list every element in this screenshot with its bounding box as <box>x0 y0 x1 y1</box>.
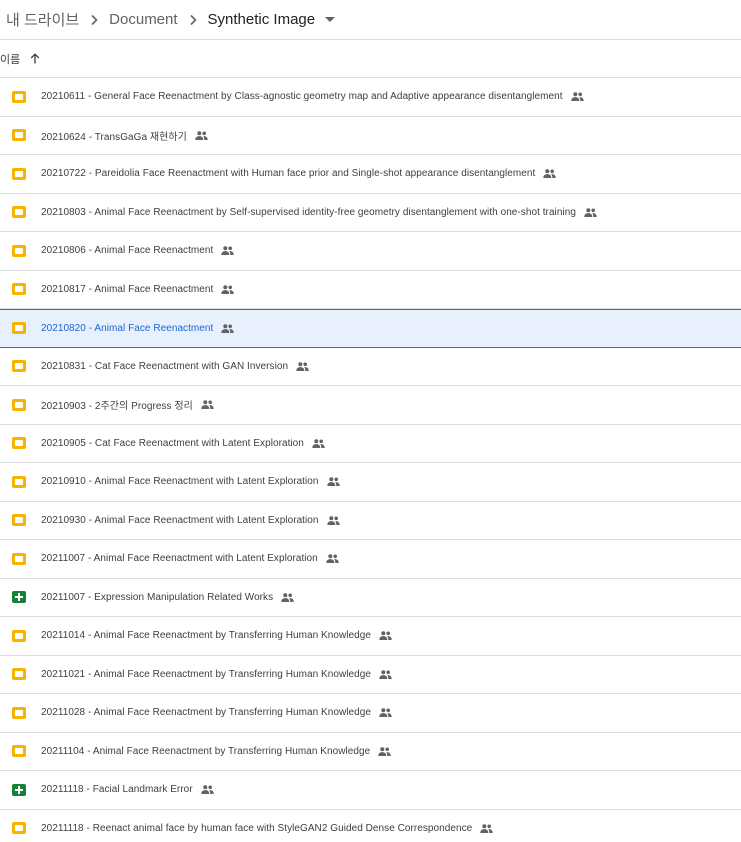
file-name: 20210930 - Animal Face Reenactment with … <box>41 514 319 526</box>
people-icon <box>379 708 392 718</box>
file-row[interactable]: 20210831 - Cat Face Reenactment with GAN… <box>0 348 741 386</box>
arrow-up-icon[interactable] <box>30 53 40 64</box>
people-icon <box>570 92 584 102</box>
file-name: 20211007 - Expression Manipulation Relat… <box>41 591 274 603</box>
file-name: 20210624 - TransGaGa 재현하기 <box>41 131 187 143</box>
google-slides-icon <box>12 360 26 373</box>
name-column-label[interactable]: 이름 <box>0 51 20 67</box>
breadcrumb: 내 드라이브 Document Synthetic Image <box>0 0 741 40</box>
file-name: 20211007 - Animal Face Reenactment with … <box>41 553 318 565</box>
google-slides-icon <box>12 129 26 142</box>
file-name: 20210903 - 2주간의 Progress 정리 <box>41 401 193 413</box>
google-slides-icon <box>12 552 26 565</box>
google-slides-icon <box>12 398 26 411</box>
file-row[interactable]: 20210910 - Animal Face Reenactment with … <box>0 463 741 502</box>
file-name: 20210817 - Animal Face Reenactment <box>41 283 214 295</box>
google-slides-icon <box>12 668 26 681</box>
people-icon <box>200 785 214 795</box>
file-name: 20210806 - Animal Face Reenactment <box>41 245 214 257</box>
file-row[interactable]: 20210806 - Animal Face Reenactment <box>0 232 741 271</box>
file-row[interactable]: 20211104 - Animal Face Reenactment by Tr… <box>0 733 741 771</box>
people-icon <box>201 400 214 410</box>
file-name: 20210803 - Animal Face Reenactment by Se… <box>41 206 576 218</box>
caret-down-icon[interactable] <box>325 16 336 23</box>
file-row[interactable]: 20210930 - Animal Face Reenactment with … <box>0 502 741 540</box>
file-name: 20211028 - Animal Face Reenactment by Tr… <box>41 707 371 719</box>
breadcrumb-my-drive[interactable]: 내 드라이브 <box>4 5 81 34</box>
file-name: 20211118 - Reenact animal face by human … <box>41 822 473 834</box>
file-row[interactable]: 20210820 - Animal Face Reenactment <box>0 309 741 348</box>
google-slides-icon <box>12 437 26 450</box>
file-row[interactable]: 20210905 - Cat Face Reenactment with Lat… <box>0 425 741 463</box>
file-row[interactable]: 20210803 - Animal Face Reenactment by Se… <box>0 194 741 232</box>
people-icon <box>379 670 392 679</box>
google-slides-icon <box>12 706 26 719</box>
file-name: 20211014 - Animal Face Reenactment by Tr… <box>41 630 371 642</box>
file-row[interactable]: 20211014 - Animal Face Reenactment by Tr… <box>0 617 741 656</box>
google-slides-icon <box>12 629 26 642</box>
people-icon <box>326 477 340 487</box>
file-name: 20210831 - Cat Face Reenactment with GAN… <box>41 360 289 372</box>
file-row[interactable]: 20211021 - Animal Face Reenactment by Tr… <box>0 656 741 694</box>
file-row[interactable]: 20211007 - Expression Manipulation Relat… <box>0 579 741 617</box>
google-slides-icon <box>12 322 26 335</box>
file-name: 20211104 - Animal Face Reenactment by Tr… <box>41 745 371 757</box>
people-icon <box>379 631 392 641</box>
google-slides-icon <box>12 745 26 758</box>
file-list: 20210611 - General Face Reenactment by C… <box>0 78 741 842</box>
file-row[interactable]: 20210611 - General Face Reenactment by C… <box>0 78 741 117</box>
file-name: 20210905 - Cat Face Reenactment with Lat… <box>41 437 304 449</box>
file-name: 20211118 - Facial Landmark Error <box>41 784 193 796</box>
file-row[interactable]: 20211118 - Facial Landmark Error <box>0 771 741 810</box>
file-row[interactable]: 20211028 - Animal Face Reenactment by Tr… <box>0 694 741 733</box>
google-slides-icon <box>12 244 26 257</box>
people-icon <box>326 554 339 564</box>
google-slides-icon <box>12 822 26 835</box>
people-icon <box>221 324 235 333</box>
google-slides-icon <box>12 514 26 527</box>
people-icon <box>221 246 235 256</box>
people-icon <box>543 169 557 179</box>
people-icon <box>480 824 493 833</box>
people-icon <box>281 593 294 602</box>
breadcrumb-document[interactable]: Document <box>107 7 179 32</box>
people-icon <box>584 208 597 217</box>
google-slides-icon <box>12 475 26 488</box>
list-column-header: 이름 <box>0 40 741 78</box>
people-icon <box>296 362 309 371</box>
chevron-right-icon <box>180 14 206 26</box>
people-icon <box>312 439 325 448</box>
file-row[interactable]: 20210903 - 2주간의 Progress 정리 <box>0 386 741 425</box>
google-sheets-icon <box>12 783 26 796</box>
file-name: 20210820 - Animal Face Reenactment <box>41 322 214 334</box>
google-slides-icon <box>12 167 26 180</box>
file-row[interactable]: 20211118 - Reenact animal face by human … <box>0 810 741 842</box>
people-icon <box>378 747 391 756</box>
breadcrumb-current-folder[interactable]: Synthetic Image <box>206 7 318 32</box>
people-icon <box>221 285 235 294</box>
google-sheets-icon <box>12 591 26 604</box>
file-row[interactable]: 20211007 - Animal Face Reenactment with … <box>0 540 741 579</box>
chevron-right-icon <box>81 14 107 26</box>
google-slides-icon <box>12 90 26 103</box>
file-name: 20210722 - Pareidolia Face Reenactment w… <box>41 168 536 180</box>
google-slides-icon <box>12 206 26 219</box>
people-icon <box>195 131 208 140</box>
people-icon <box>326 516 340 525</box>
google-slides-icon <box>12 283 26 296</box>
file-row[interactable]: 20210624 - TransGaGa 재현하기 <box>0 117 741 155</box>
file-row[interactable]: 20210722 - Pareidolia Face Reenactment w… <box>0 155 741 194</box>
file-name: 20210910 - Animal Face Reenactment with … <box>41 476 319 488</box>
file-name: 20210611 - General Face Reenactment by C… <box>41 91 563 103</box>
file-row[interactable]: 20210817 - Animal Face Reenactment <box>0 271 741 309</box>
file-name: 20211021 - Animal Face Reenactment by Tr… <box>41 668 371 680</box>
